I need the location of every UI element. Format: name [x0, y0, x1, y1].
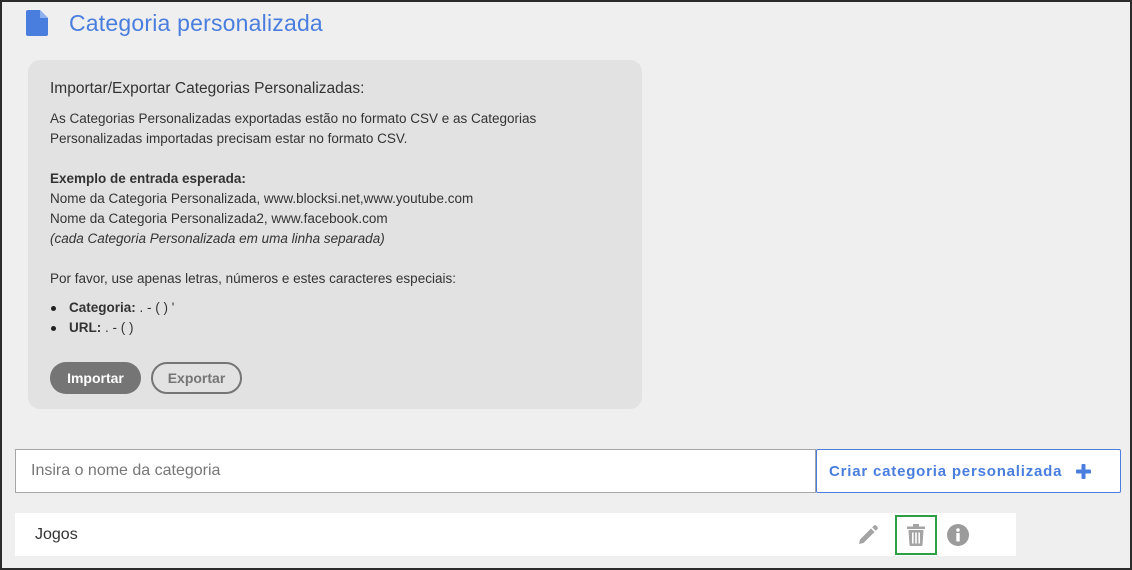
list-item: Jogos [15, 513, 1016, 556]
create-category-row: Criar categoria personalizada [15, 449, 1121, 493]
export-button[interactable]: Exportar [151, 362, 242, 394]
import-export-panel: Importar/Exportar Categorias Personaliza… [28, 60, 642, 409]
pencil-icon [859, 524, 878, 544]
panel-title: Importar/Exportar Categorias Personaliza… [50, 80, 365, 97]
info-button[interactable] [947, 523, 969, 546]
plus-icon [1076, 463, 1092, 479]
trash-icon [907, 523, 925, 546]
page-header: Categoria personalizada [26, 8, 323, 38]
file-icon [26, 10, 48, 36]
delete-button[interactable] [895, 514, 937, 555]
intro-line-1: As Categorias Personalizadas exportadas … [50, 111, 537, 126]
edit-button[interactable] [856, 523, 880, 547]
rule-value: . - ( ) [101, 320, 134, 335]
rule-label: Categoria: [69, 300, 136, 315]
rules-list: Categoria: . - ( ) ' URL: . - ( ) [50, 298, 620, 338]
row-actions [856, 513, 969, 556]
rule-url: URL: . - ( ) [50, 318, 620, 338]
example-line-2: Nome da Categoria Personalizada2, www.fa… [50, 211, 388, 226]
create-category-label: Criar categoria personalizada [829, 462, 1063, 480]
page-title: Categoria personalizada [69, 9, 323, 36]
example-heading: Exemplo de entrada esperada: [50, 171, 246, 186]
rule-value: . - ( ) ' [135, 300, 175, 315]
panel-buttons: Importar Exportar [50, 362, 242, 394]
category-name-input[interactable] [15, 449, 816, 493]
create-category-button[interactable]: Criar categoria personalizada [816, 449, 1121, 493]
rule-category: Categoria: . - ( ) ' [50, 298, 620, 318]
chars-note: Por favor, use apenas letras, números e … [50, 271, 456, 286]
info-icon [947, 523, 969, 546]
rule-label: URL: [69, 320, 102, 335]
example-note: (cada Categoria Personalizada em uma lin… [50, 231, 385, 246]
example-line-1: Nome da Categoria Personalizada, www.blo… [50, 191, 474, 206]
intro-line-2: Personalizadas importadas precisam estar… [50, 131, 408, 146]
import-button[interactable]: Importar [50, 362, 141, 394]
